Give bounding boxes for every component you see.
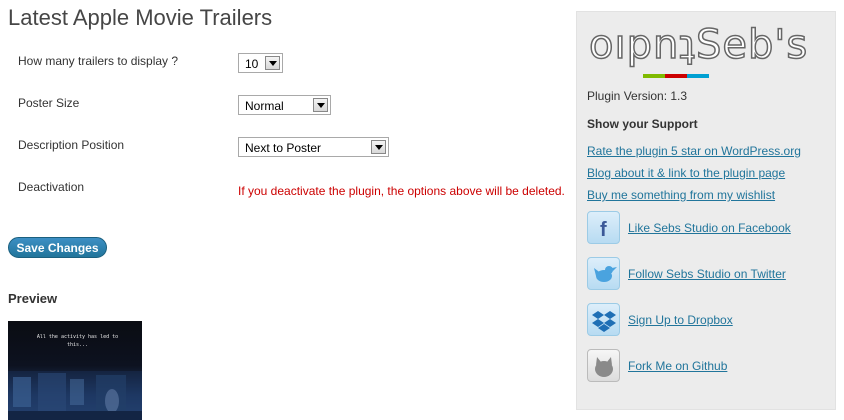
rate-plugin-link[interactable]: Rate the plugin 5 star on WordPress.org (587, 144, 801, 158)
logo-bar-green (643, 74, 665, 78)
chevron-down-icon (265, 56, 280, 70)
save-changes-button[interactable]: Save Changes (8, 237, 107, 258)
logo-text: oıpnʇSeb's (588, 21, 809, 69)
github-link[interactable]: Fork Me on Github (628, 359, 727, 373)
description-position-value: Next to Poster (245, 141, 322, 155)
trailer-count-value: 10 (245, 57, 259, 71)
description-position-select[interactable]: Next to Poster (238, 137, 389, 157)
wishlist-link[interactable]: Buy me something from my wishlist (587, 188, 775, 202)
blog-link[interactable]: Blog about it & link to the plugin page (587, 166, 785, 180)
chevron-down-icon (313, 98, 328, 112)
sebs-studio-logo: oıpnʇSeb's (588, 21, 825, 84)
support-heading: Show your Support (587, 117, 698, 131)
logo-bar-red (665, 74, 687, 78)
poster-size-value: Normal (245, 99, 284, 113)
svg-text:f: f (600, 219, 607, 241)
chevron-down-icon (371, 140, 386, 154)
github-icon[interactable] (587, 349, 620, 382)
twitter-link[interactable]: Follow Sebs Studio on Twitter (628, 267, 786, 281)
facebook-icon[interactable]: f (587, 211, 620, 244)
dropbox-link[interactable]: Sign Up to Dropbox (628, 313, 733, 327)
trailer-count-select[interactable]: 10 (238, 53, 283, 73)
description-position-label: Description Position (18, 138, 125, 152)
plugin-version: Plugin Version: 1.3 (587, 89, 688, 103)
poster-size-select[interactable]: Normal (238, 95, 331, 115)
trailer-count-label: How many trailers to display ? (18, 54, 179, 68)
plugin-sidebar: oıpnʇSeb's Plugin Version: 1.3 Show your… (576, 11, 836, 410)
facebook-link[interactable]: Like Sebs Studio on Facebook (628, 221, 791, 235)
deactivation-label: Deactivation (18, 180, 85, 194)
poster-scene (8, 371, 142, 420)
twitter-icon[interactable] (587, 257, 620, 290)
page-title: Latest Apple Movie Trailers (8, 5, 273, 30)
preview-heading: Preview (8, 291, 58, 306)
deactivation-warning: If you deactivate the plugin, the option… (238, 184, 565, 198)
poster-caption: All the activity has led to this... (36, 334, 119, 348)
movie-poster-image: All the activity has led to this... (8, 321, 142, 420)
poster-size-label: Poster Size (18, 96, 80, 110)
dropbox-icon[interactable] (587, 303, 620, 336)
logo-bar-blue (687, 74, 709, 78)
